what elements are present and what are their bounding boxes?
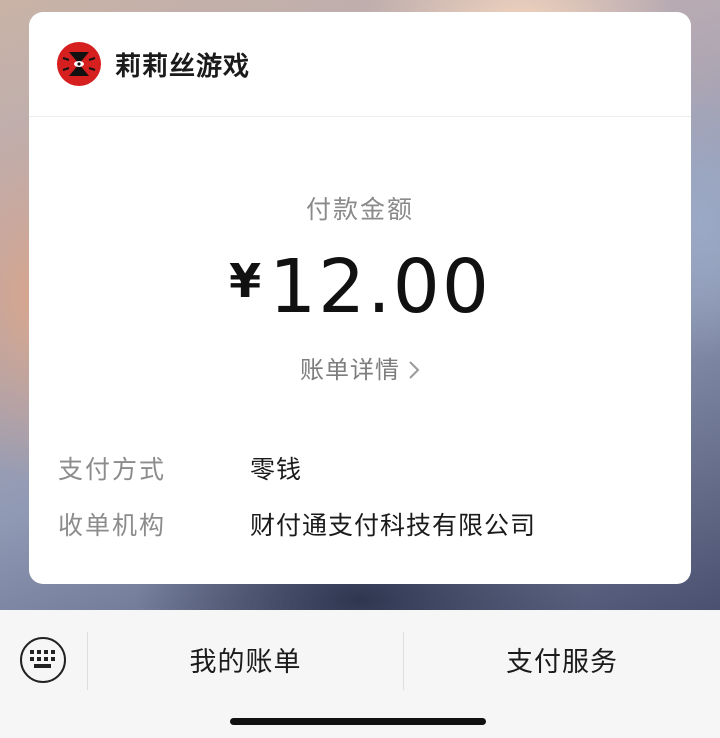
acquirer-label: 收单机构 [58,511,167,540]
payment-method-label: 支付方式 [58,455,167,484]
payment-method-row: 支付方式 零钱 [58,450,658,486]
lilith-logo-icon [57,42,101,86]
merchant-header: 莉莉丝游戏 [29,12,691,117]
acquirer-value: 财付通支付科技有限公司 [250,511,537,540]
bill-details-label: 账单详情 [300,356,400,384]
payment-amount: ¥12.00 [29,244,691,330]
currency-symbol: ¥ [229,254,262,308]
merchant-name: 莉莉丝游戏 [115,52,251,82]
payment-services-button[interactable]: 支付服务 [404,640,720,680]
acquirer-row: 收单机构 财付通支付科技有限公司 [58,506,658,542]
bill-details-link[interactable]: 账单详情 [29,350,691,385]
payment-method-value: 零钱 [250,455,303,484]
bottom-menu-bar: 我的账单 支付服务 [0,610,720,738]
keyboard-icon[interactable] [20,637,66,683]
payment-card: 莉莉丝游戏 付款金额 ¥12.00 账单详情 支付方式 零钱 收单机构 财付通支… [29,12,691,584]
my-bills-button[interactable]: 我的账单 [88,640,403,680]
home-indicator[interactable] [230,718,486,725]
amount-label: 付款金额 [305,195,414,224]
chevron-right-icon [408,356,420,384]
amount-value: 12.00 [269,244,491,330]
